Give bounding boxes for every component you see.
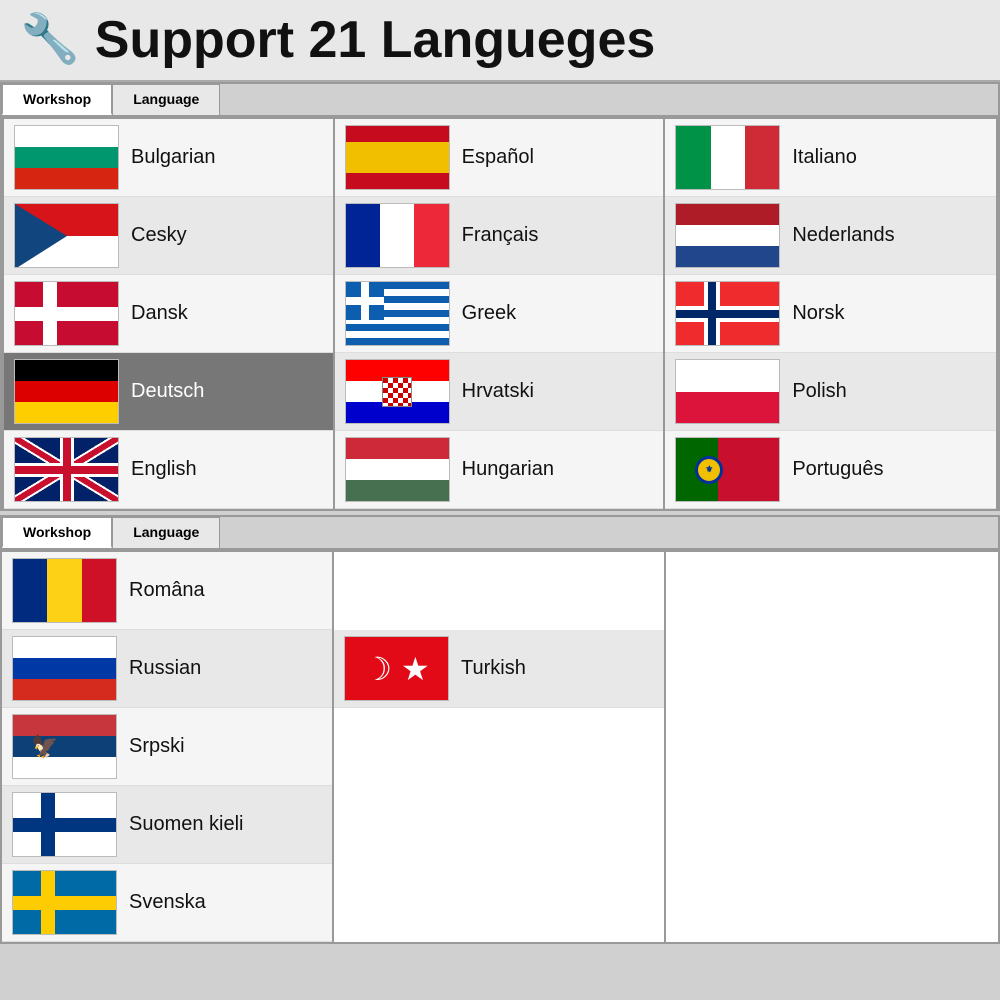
lang-name-deutsch: Deutsch xyxy=(131,380,204,403)
lang-name-italiano: Italiano xyxy=(792,146,857,169)
section2-grid: Româna Russian xyxy=(2,550,998,942)
flag-tr: ☽ ★ xyxy=(344,636,449,701)
section1-wrapper: Workshop Language Bulgarian xyxy=(0,82,1000,511)
flag-nl xyxy=(675,203,780,268)
header: 🔧 Support 21 Langueges xyxy=(0,0,1000,82)
section1-col2: Español Français xyxy=(335,119,666,509)
flag-pt: ⚜ xyxy=(675,437,780,502)
lang-name-greek: Greek xyxy=(462,302,516,325)
flag-no xyxy=(675,281,780,346)
section1-grid: Bulgarian Cesky Dansk xyxy=(2,117,998,511)
lang-name-bulgarian: Bulgarian xyxy=(131,146,216,169)
lang-name-english: English xyxy=(131,458,197,481)
section1-col3: Italiano Nederlands xyxy=(665,119,996,509)
section2-col3 xyxy=(666,552,998,942)
flag-cz xyxy=(14,203,119,268)
flag-es xyxy=(345,125,450,190)
lang-item-polish[interactable]: Polish xyxy=(665,353,996,431)
tab-workshop-1[interactable]: Workshop xyxy=(2,84,112,115)
lang-item-bulgarian[interactable]: Bulgarian xyxy=(4,119,333,197)
flag-ru xyxy=(12,636,117,701)
lang-name-suomen: Suomen kieli xyxy=(129,813,244,836)
flag-de xyxy=(14,359,119,424)
lang-item-italiano[interactable]: Italiano xyxy=(665,119,996,197)
lang-item-nederlands[interactable]: Nederlands xyxy=(665,197,996,275)
lang-name-russian: Russian xyxy=(129,657,201,680)
lang-item-cesky[interactable]: Cesky xyxy=(4,197,333,275)
lang-name-svenska: Svenska xyxy=(129,891,206,914)
lang-item-espanol[interactable]: Español xyxy=(335,119,664,197)
section2-col1: Româna Russian xyxy=(2,552,334,942)
lang-name-nederlands: Nederlands xyxy=(792,224,894,247)
section1-col1: Bulgarian Cesky Dansk xyxy=(4,119,335,509)
flag-gr xyxy=(345,281,450,346)
lang-item-english[interactable]: English xyxy=(4,431,333,509)
flag-fi xyxy=(12,792,117,857)
lang-name-hrvatski: Hrvatski xyxy=(462,380,534,403)
lang-item-turkish[interactable]: ☽ ★ Turkish xyxy=(334,630,664,708)
tab-language-2[interactable]: Language xyxy=(112,517,220,548)
lang-item-hrvatski[interactable]: Hrvatski xyxy=(335,353,664,431)
flag-ro xyxy=(12,558,117,623)
lang-name-romana: Româna xyxy=(129,579,205,602)
lang-item-francais[interactable]: Français xyxy=(335,197,664,275)
lang-name-polish: Polish xyxy=(792,380,846,403)
lang-item-portugues[interactable]: ⚜ Português xyxy=(665,431,996,509)
flag-hr xyxy=(345,359,450,424)
section2-tabs: Workshop Language xyxy=(2,517,998,550)
lang-name-srpski: Srpski xyxy=(129,735,185,758)
lang-name-turkish: Turkish xyxy=(461,657,526,680)
tab-language-1[interactable]: Language xyxy=(112,84,220,115)
lang-item-srpski[interactable]: 🦅 Srpski xyxy=(2,708,332,786)
lang-name-hungarian: Hungarian xyxy=(462,458,554,481)
lang-item-deutsch[interactable]: Deutsch xyxy=(4,353,333,431)
section1-tabs: Workshop Language xyxy=(2,84,998,117)
lang-name-portugues: Português xyxy=(792,458,883,481)
lang-item-hungarian[interactable]: Hungarian xyxy=(335,431,664,509)
flag-fr xyxy=(345,203,450,268)
lang-item-greek[interactable]: Greek xyxy=(335,275,664,353)
lang-item-norsk[interactable]: Norsk xyxy=(665,275,996,353)
lang-item-dansk[interactable]: Dansk xyxy=(4,275,333,353)
flag-pl xyxy=(675,359,780,424)
section2-wrapper: Workshop Language Româna xyxy=(0,515,1000,944)
lang-name-cesky: Cesky xyxy=(131,224,187,247)
tools-icon: 🔧 xyxy=(20,16,80,64)
page-title: Support 21 Langueges xyxy=(95,10,656,70)
flag-se xyxy=(12,870,117,935)
flag-hu xyxy=(345,437,450,502)
flag-it xyxy=(675,125,780,190)
flag-bg xyxy=(14,125,119,190)
lang-name-norsk: Norsk xyxy=(792,302,844,325)
lang-name-francais: Français xyxy=(462,224,539,247)
flag-dk xyxy=(14,281,119,346)
lang-item-romana[interactable]: Româna xyxy=(2,552,332,630)
flag-rs: 🦅 xyxy=(12,714,117,779)
lang-name-dansk: Dansk xyxy=(131,302,188,325)
tab-workshop-2[interactable]: Workshop xyxy=(2,517,112,548)
lang-item-suomen[interactable]: Suomen kieli xyxy=(2,786,332,864)
lang-name-espanol: Español xyxy=(462,146,534,169)
section2-col2: ☽ ★ Turkish xyxy=(334,552,666,942)
lang-item-russian[interactable]: Russian xyxy=(2,630,332,708)
lang-item-svenska[interactable]: Svenska xyxy=(2,864,332,942)
flag-gb xyxy=(14,437,119,502)
